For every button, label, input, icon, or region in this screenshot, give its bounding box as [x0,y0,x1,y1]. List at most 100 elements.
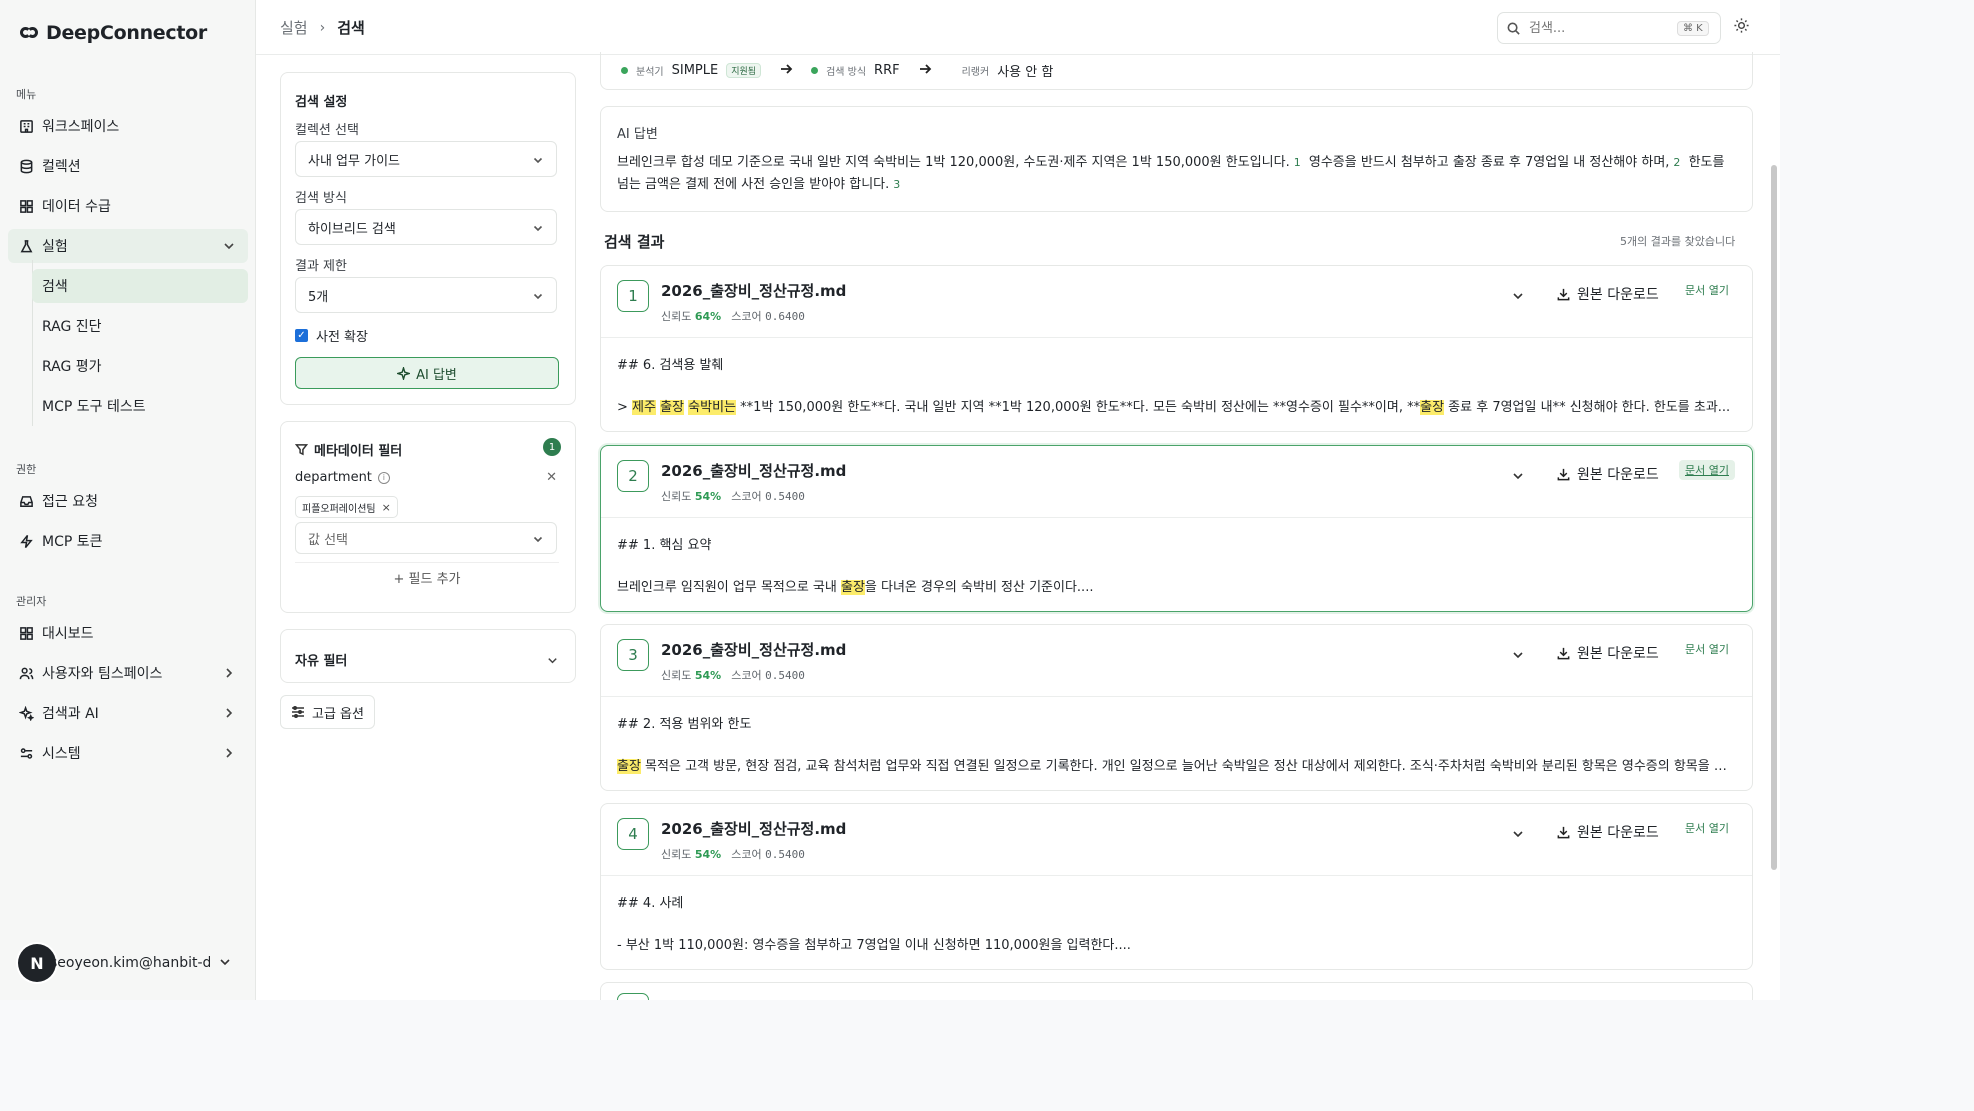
sidebar-subitem-search[interactable]: 검색 [32,269,248,303]
result-snippet: ## 4. 사례 - 부산 1박 110,000원: 영수증을 첨부하고 7영업… [601,876,1752,956]
value-select-placeholder: 값 선택 [308,532,349,548]
citation-link[interactable]: 2 [1673,156,1680,169]
sidebar-item-system[interactable]: 시스템 [8,736,248,770]
sidebar-item-label: 대시보드 [42,626,94,642]
confidence-value: 54% [694,848,722,861]
sidebar-subitem-rag-diagnosis[interactable]: RAG 진단 [32,309,248,343]
logo[interactable]: DeepConnector [20,22,207,44]
advanced-options-button[interactable]: 고급 옵션 [280,695,375,729]
open-document-link[interactable]: 문서 열기 [1679,460,1735,480]
method-value: 하이브리드 검색 [308,221,396,237]
sidebar-item-workspace[interactable]: 워크스페이스 [8,109,248,143]
sidebar-subitem-mcp-test[interactable]: MCP 도구 테스트 [32,389,248,423]
topbar: 실험 › 검색 ⌘ K [256,0,1780,55]
sidebar-item-search-ai[interactable]: 검색과 AI [8,696,248,730]
result-rank: 1 [617,280,649,312]
score-value: 0.5400 [765,848,805,861]
keyword-highlight: 숙박비는 [688,400,736,415]
pipeline-summary: 분석기 SIMPLE 지원됨 검색 방식 RRF 리랭커 사용 안 함 [600,52,1753,90]
search-input[interactable] [1529,20,1669,36]
reranker-key: 리랭커 [961,67,990,78]
method-select[interactable]: 하이브리드 검색 [295,209,557,245]
breadcrumb: 실험 › 검색 [280,17,365,38]
download-button[interactable]: 원본 다운로드 [1556,464,1659,484]
database-icon [18,158,34,174]
result-rank: 2 [617,460,649,492]
dict-expand-label: 사전 확장 [316,330,368,345]
results-title: 검색 결과 [604,233,665,251]
chevron-down-icon[interactable] [1511,826,1525,845]
sidebar-item-users-teamspace[interactable]: 사용자와 팀스페이스 [8,656,248,690]
sidebar-item-access-request[interactable]: 접근 요청 [8,484,248,518]
add-field-button[interactable]: + 필드 추가 [295,562,559,592]
confidence-value: 64% [694,310,722,323]
snippet-text: - 부산 1박 110,000원: 영수증을 첨부하고 7영업일 이내 신청하면… [617,936,1736,956]
download-icon [1557,647,1570,659]
result-snippet: ## 2. 적용 범위와 한도 출장 목적은 고객 방문, 현장 점검, 교육 … [601,697,1752,777]
download-icon [1557,826,1570,838]
remove-field-button[interactable]: ✕ [546,470,557,485]
sidebar-item-experiment[interactable]: 실험 [8,229,248,263]
app-window: DeepConnector 메뉴 워크스페이스 컬렉션 데이터 수급 실험 검색… [0,0,1780,1000]
sparkle-icon [397,366,411,380]
dict-expand-checkbox[interactable]: ✓ 사전 확장 [295,326,368,345]
download-label: 원본 다운로드 [1577,287,1659,303]
user-menu[interactable]: N seoyeon.kim@hanbit-de... [18,944,244,982]
breadcrumb-experiment[interactable]: 실험 [280,17,308,38]
value-select[interactable]: 값 선택 [295,522,557,554]
result-card-header[interactable]: 2 2026_출장비_정산규정.md 신뢰도 54% 스코어 0.5400 원본… [601,446,1752,518]
sidebar-item-label: 접근 요청 [42,494,98,510]
result-card: 3 2026_출장비_정산규정.md 신뢰도 54% 스코어 0.5400 원본… [600,624,1753,791]
keyword-highlight: 제주 [632,400,656,415]
result-card-header[interactable]: 4 2026_출장비_정산규정.md 신뢰도 54% 스코어 0.5400 원본… [601,804,1752,876]
ai-answer-card: AI 답변 브레인크루 합성 데모 기준으로 국내 일반 지역 숙박비는 1박 … [600,106,1753,212]
open-document-link[interactable]: 문서 열기 [1679,818,1735,838]
limit-select[interactable]: 5개 [295,277,557,313]
theme-toggle-button[interactable] [1733,17,1753,37]
snippet-heading: ## 6. 검색용 발췌 [617,358,724,373]
remove-tag-icon[interactable]: × [382,501,391,514]
sliders-icon [292,705,304,719]
download-label: 원본 다운로드 [1577,646,1659,662]
confidence-value: 54% [694,490,722,503]
result-snippet: ## 6. 검색용 발췌 > 제주 출장 숙박비는 **1박 150,000원 … [601,338,1752,418]
collection-select[interactable]: 사내 업무 가이드 [295,141,557,177]
open-document-link[interactable]: 문서 열기 [1679,639,1735,659]
chevron-down-icon[interactable] [1511,288,1525,307]
download-button[interactable]: 원본 다운로드 [1556,284,1659,304]
chevron-down-icon [532,222,544,238]
sidebar-item-dashboard[interactable]: 대시보드 [8,616,248,650]
limit-label: 결과 제한 [295,259,347,274]
download-button[interactable]: 원본 다운로드 [1556,643,1659,663]
confidence-label: 신뢰도 [661,310,692,323]
open-document-link[interactable]: 문서 열기 [1679,280,1735,300]
panel-title: 검색 설정 [295,95,348,110]
free-filter-panel[interactable]: 자유 필터 [280,629,576,683]
sidebar-item-data-ingest[interactable]: 데이터 수급 [8,189,248,223]
sidebar-subitem-rag-eval[interactable]: RAG 평가 [32,349,248,383]
confidence-label: 신뢰도 [661,490,692,503]
download-button[interactable]: 원본 다운로드 [1556,822,1659,842]
chevron-down-icon[interactable] [1511,468,1525,487]
result-meta: 신뢰도 54% 스코어 0.5400 [661,488,805,504]
confidence-label: 신뢰도 [661,848,692,861]
sidebar-item-mcp-token[interactable]: MCP 토큰 [8,524,248,558]
citation-link[interactable]: 1 [1294,156,1301,169]
sidebar-item-collection[interactable]: 컬렉션 [8,149,248,183]
sidebar-item-label: 워크스페이스 [42,119,120,135]
global-search[interactable]: ⌘ K [1497,12,1721,44]
result-card-header[interactable]: 3 2026_출장비_정산규정.md 신뢰도 54% 스코어 0.5400 원본… [601,625,1752,697]
citation-link[interactable]: 3 [893,178,900,191]
info-icon[interactable]: i [377,471,390,484]
ai-answer-button[interactable]: AI 답변 [295,357,559,389]
snippet-segment: **1박 150,000원 한도**다. 국내 일반 지역 **1박 120,0… [736,400,1421,415]
analyzer-key: 분석기 [636,67,664,78]
sun-icon [1734,18,1749,33]
scrollbar[interactable] [1771,165,1777,870]
chevron-down-icon[interactable] [1511,647,1525,666]
result-card-header[interactable]: 1 2026_출장비_정산규정.md 신뢰도 64% 스코어 0.6400 원본… [601,266,1752,338]
result-file-name: 2026_출장비_정산규정.md [661,641,847,659]
score-value: 0.6400 [765,310,805,323]
chevron-down-icon [222,239,236,253]
result-meta: 신뢰도 54% 스코어 0.5400 [661,846,805,862]
